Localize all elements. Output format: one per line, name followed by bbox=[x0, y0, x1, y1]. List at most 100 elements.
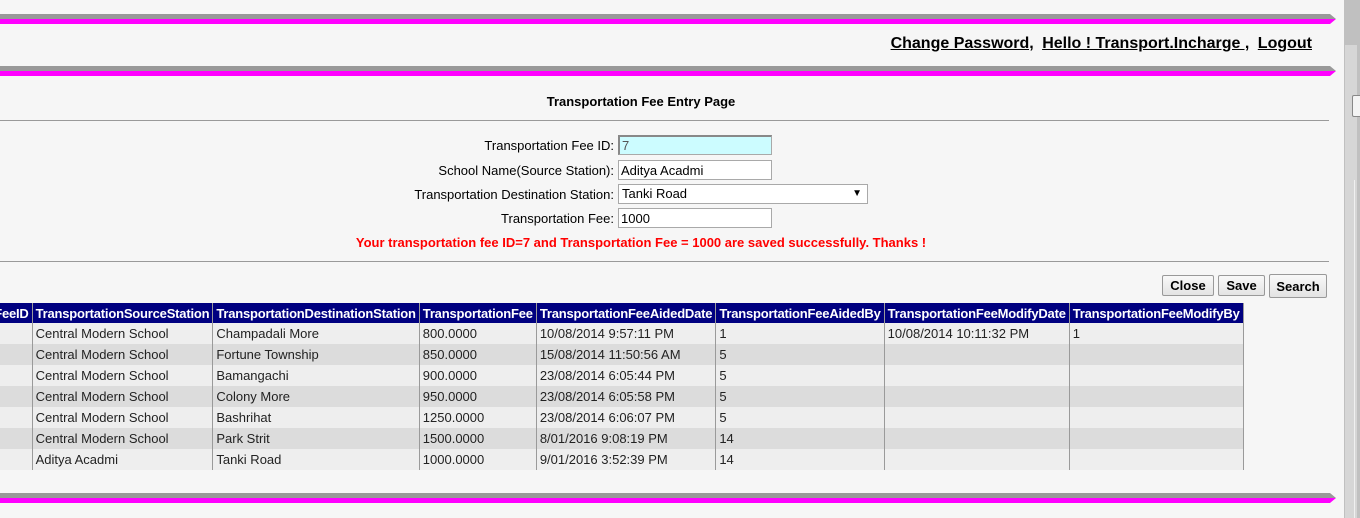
top-decorative-band bbox=[0, 14, 1336, 24]
change-password-link[interactable]: Change Password, bbox=[891, 35, 1034, 52]
fee-id-cell bbox=[0, 407, 33, 428]
modify-by-cell bbox=[1068, 407, 1244, 428]
source-station-cell: Central Modern School bbox=[31, 323, 213, 344]
modify-date-cell bbox=[883, 449, 1070, 470]
scrollbar-thumb[interactable] bbox=[1352, 95, 1360, 117]
fee-id-cell bbox=[0, 365, 33, 386]
column-header-aided-date[interactable]: TransportationFeeAidedDate bbox=[535, 303, 716, 323]
modify-by-cell bbox=[1068, 365, 1244, 386]
middle-decorative-band bbox=[0, 66, 1336, 76]
scrollbar-line bbox=[1354, 180, 1355, 518]
user-greeting[interactable]: Hello ! Transport.Incharge , bbox=[1042, 35, 1249, 52]
fee-cell: 800.0000 bbox=[418, 323, 537, 344]
logout-link[interactable]: Logout bbox=[1258, 35, 1312, 52]
source-station-cell: Central Modern School bbox=[31, 365, 213, 386]
destination-station-cell: Tanki Road bbox=[212, 449, 420, 470]
table-row[interactable]: Central Modern School Fortune Township 850… bbox=[0, 344, 1244, 365]
table-row[interactable]: Central Modern School Park Strit 1500.0000… bbox=[0, 428, 1244, 449]
band-pink-stripe bbox=[0, 498, 1336, 503]
destination-selected-value: Tanki Road bbox=[622, 186, 688, 201]
band-notch bbox=[1330, 66, 1336, 76]
fee-records-table: TransportationFeeID TransportationSource… bbox=[0, 303, 1244, 470]
modify-by-cell bbox=[1068, 428, 1244, 449]
table-row[interactable]: Central Modern School Champadali More 800.… bbox=[0, 323, 1244, 344]
aided-date-cell: 23/08/2014 6:06:07 PM bbox=[535, 407, 716, 428]
source-station-cell: Central Modern School bbox=[31, 407, 213, 428]
band-pink-stripe bbox=[0, 71, 1336, 76]
school-name-input[interactable] bbox=[618, 160, 772, 180]
band-notch bbox=[1330, 14, 1336, 24]
aided-by-cell: 1 bbox=[715, 323, 885, 344]
destination-station-cell: Champadali More bbox=[212, 323, 420, 344]
modify-date-cell bbox=[883, 386, 1070, 407]
fee-label: Transportation Fee: bbox=[501, 211, 614, 226]
table-body: Central Modern School Champadali More 800.… bbox=[0, 323, 1244, 470]
divider bbox=[0, 120, 1329, 121]
column-header-source-station[interactable]: TransportationSourceStation bbox=[31, 303, 213, 323]
column-header-fee[interactable]: TransportationFee bbox=[418, 303, 537, 323]
destination-station-cell: Park Strit bbox=[212, 428, 420, 449]
close-button[interactable]: Close bbox=[1162, 275, 1214, 296]
source-station-cell: Central Modern School bbox=[31, 428, 213, 449]
aided-by-cell: 14 bbox=[715, 428, 885, 449]
vertical-scrollbar[interactable] bbox=[1344, 0, 1360, 518]
column-header-fee-id[interactable]: TransportationFeeID bbox=[0, 303, 33, 323]
modify-by-cell bbox=[1068, 344, 1244, 365]
source-station-cell: Central Modern School bbox=[31, 386, 213, 407]
dropdown-arrow-icon: ▼ bbox=[852, 188, 862, 199]
aided-date-cell: 23/08/2014 6:05:44 PM bbox=[535, 365, 716, 386]
fee-id-cell bbox=[0, 428, 33, 449]
fee-cell: 900.0000 bbox=[418, 365, 537, 386]
page: Change Password, Hello ! Transport.Incha… bbox=[0, 0, 1336, 518]
band-notch bbox=[1330, 493, 1336, 503]
source-station-cell: Aditya Acadmi bbox=[31, 449, 213, 470]
fee-cell: 950.0000 bbox=[418, 386, 537, 407]
fee-id-input[interactable] bbox=[618, 135, 772, 155]
table-row[interactable]: Aditya Acadmi Tanki Road 1000.0000 9/01/201… bbox=[0, 449, 1244, 470]
source-station-cell: Central Modern School bbox=[31, 344, 213, 365]
column-header-modify-date[interactable]: TransportationFeeModifyDate bbox=[883, 303, 1070, 323]
page-title: Transportation Fee Entry Page bbox=[546, 94, 736, 109]
modify-date-cell bbox=[883, 428, 1070, 449]
success-message: Your transportation fee ID=7 and Transpo… bbox=[355, 235, 927, 250]
table-row[interactable]: Central Modern School Bamangachi 900.0000 2… bbox=[0, 365, 1244, 386]
fee-id-cell bbox=[0, 323, 33, 344]
modify-date-cell bbox=[883, 344, 1070, 365]
table-header-row: TransportationFeeID TransportationSource… bbox=[0, 303, 1244, 323]
column-header-destination-station[interactable]: TransportationDestinationStation bbox=[212, 303, 420, 323]
modify-by-cell: 1 bbox=[1068, 323, 1244, 344]
aided-by-cell: 5 bbox=[715, 386, 885, 407]
modify-date-cell bbox=[883, 365, 1070, 386]
aided-date-cell: 23/08/2014 6:05:58 PM bbox=[535, 386, 716, 407]
band-pink-stripe bbox=[0, 19, 1336, 24]
save-button[interactable]: Save bbox=[1218, 275, 1265, 296]
destination-label: Transportation Destination Station: bbox=[414, 187, 614, 202]
aided-by-cell: 14 bbox=[715, 449, 885, 470]
fee-id-cell bbox=[0, 386, 33, 407]
aided-date-cell: 8/01/2016 9:08:19 PM bbox=[535, 428, 716, 449]
modify-date-cell bbox=[883, 407, 1070, 428]
aided-by-cell: 5 bbox=[715, 365, 885, 386]
modify-by-cell bbox=[1068, 449, 1244, 470]
destination-station-cell: Colony More bbox=[212, 386, 420, 407]
fee-cell: 1500.0000 bbox=[418, 428, 537, 449]
fee-id-label: Transportation Fee ID: bbox=[484, 138, 614, 153]
bottom-decorative-band bbox=[0, 493, 1336, 503]
user-bar: Change Password, Hello ! Transport.Incha… bbox=[891, 35, 1312, 53]
aided-date-cell: 9/01/2016 3:52:39 PM bbox=[535, 449, 716, 470]
column-header-modify-by[interactable]: TransportationFeeModifyBy bbox=[1068, 303, 1244, 323]
fee-input[interactable] bbox=[618, 208, 772, 228]
destination-station-cell: Bamangachi bbox=[212, 365, 420, 386]
fee-id-cell bbox=[0, 449, 33, 470]
fee-cell: 1250.0000 bbox=[418, 407, 537, 428]
destination-select[interactable]: Tanki Road ▼ bbox=[618, 184, 868, 204]
search-button[interactable]: Search bbox=[1269, 274, 1327, 298]
table-row[interactable]: Central Modern School Bashrihat 1250.0000 2… bbox=[0, 407, 1244, 428]
aided-by-cell: 5 bbox=[715, 344, 885, 365]
greeting-link[interactable]: Hello ! Transport.Incharge , bbox=[1042, 35, 1249, 52]
divider bbox=[0, 261, 1329, 262]
fee-id-cell bbox=[0, 344, 33, 365]
table-row[interactable]: Central Modern School Colony More 950.0000… bbox=[0, 386, 1244, 407]
column-header-aided-by[interactable]: TransportationFeeAidedBy bbox=[715, 303, 885, 323]
destination-station-cell: Fortune Township bbox=[212, 344, 420, 365]
